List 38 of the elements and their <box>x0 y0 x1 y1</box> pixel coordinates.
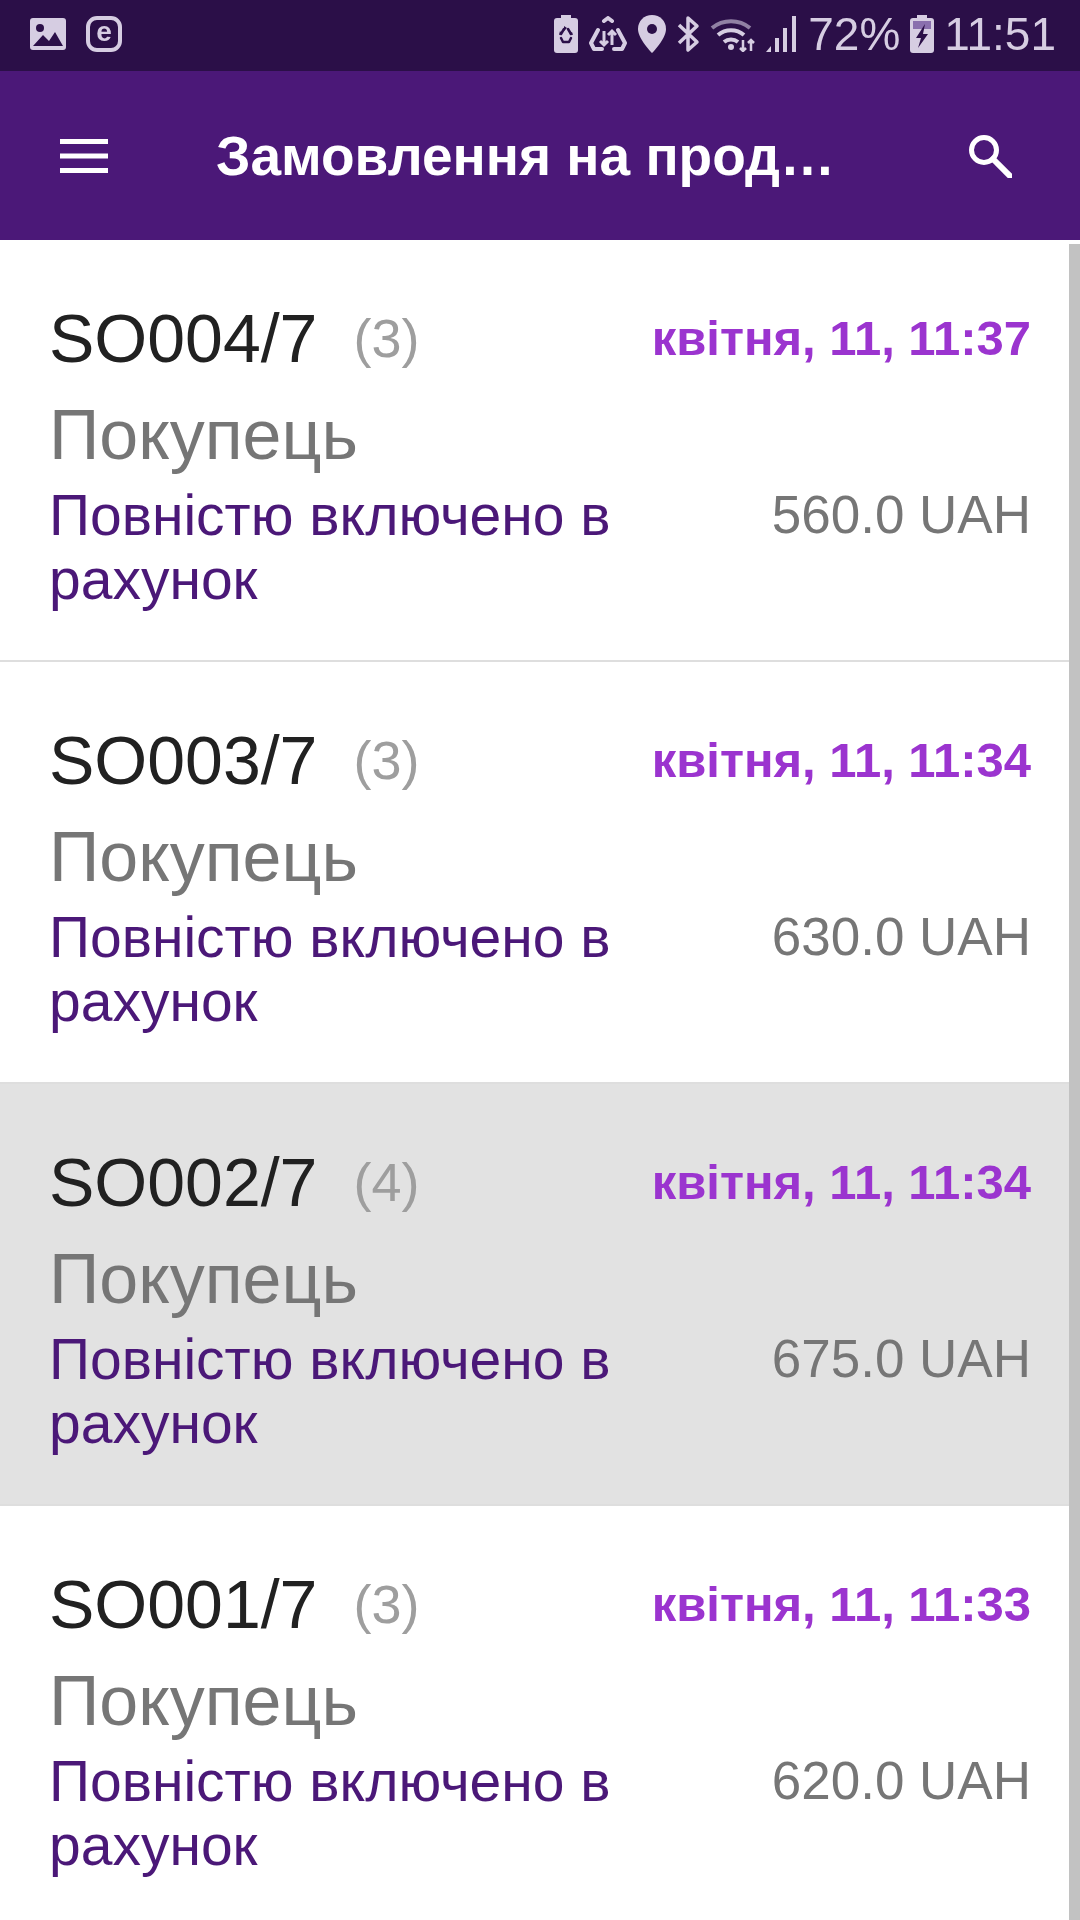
order-number: SO002/7 <box>49 1143 318 1221</box>
order-date: квітня, 11, 11:37 <box>651 310 1031 366</box>
order-amount: 560.0 UAH <box>771 484 1031 546</box>
status-time: 11:51 <box>944 7 1056 60</box>
customer-name: Покупець <box>49 1239 359 1319</box>
order-date: квітня, 11, 11:34 <box>651 732 1031 788</box>
screen-title: Замовлення на прод… <box>216 123 835 188</box>
customer-name: Покупець <box>49 1661 359 1741</box>
order-amount: 620.0 UAH <box>771 1750 1031 1812</box>
order-amount: 675.0 UAH <box>771 1328 1031 1390</box>
bluetooth-icon <box>676 14 701 53</box>
battery-percent: 72% <box>808 7 901 60</box>
order-number: SO003/7 <box>49 721 318 799</box>
menu-icon <box>60 138 108 173</box>
order-line-count: (3) <box>353 729 420 791</box>
invoice-status: Повністю включено в рахунок <box>49 1749 612 1877</box>
order-date: квітня, 11, 11:34 <box>651 1154 1031 1210</box>
invoice-status: Повністю включено в рахунок <box>49 1327 612 1455</box>
order-line-count: (4) <box>353 1151 420 1213</box>
signal-icon <box>766 15 799 52</box>
order-amount: 630.0 UAH <box>771 906 1031 968</box>
invoice-status: Повністю включено в рахунок <box>49 483 612 611</box>
order-line-count: (3) <box>353 307 420 369</box>
image-notification-icon <box>30 17 66 50</box>
location-pin-icon <box>638 14 667 53</box>
recycle-icon <box>588 15 629 52</box>
order-line-count: (3) <box>353 1573 420 1635</box>
battery-charging-icon <box>910 14 935 53</box>
order-list-item[interactable]: SO002/7 (4) квітня, 11, 11:34 Покупець Повністю включено в рахунок 675.0 UAH <box>0 1084 1069 1506</box>
customer-name: Покупець <box>49 395 359 475</box>
invoice-status: Повністю включено в рахунок <box>49 905 612 1033</box>
customer-name: Покупець <box>49 817 359 897</box>
order-date: квітня, 11, 11:33 <box>651 1576 1031 1632</box>
search-icon <box>968 133 1012 178</box>
battery-saver-icon <box>554 14 579 53</box>
order-number: SO001/7 <box>49 1565 318 1643</box>
app-notification-icon: e <box>86 15 122 52</box>
order-number: SO004/7 <box>49 299 318 377</box>
